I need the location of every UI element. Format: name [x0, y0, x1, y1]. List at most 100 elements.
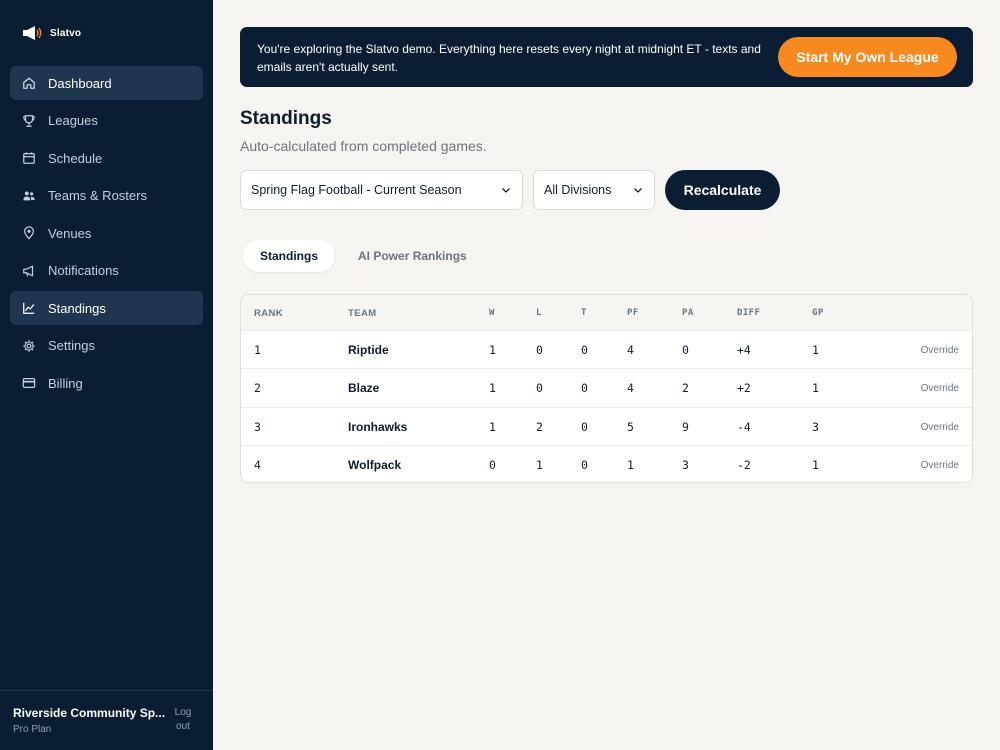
cell-gp: 1 [812, 343, 819, 357]
override-button[interactable]: Override [921, 345, 959, 356]
cell-diff: -2 [737, 457, 751, 472]
table-row: 2 Blaze 1 0 0 4 2 +2 1 Override [241, 369, 972, 408]
header-pa[interactable]: PA [682, 308, 694, 318]
season-select[interactable]: Spring Flag Football - Current Season [240, 170, 523, 210]
cell-rank: 4 [254, 457, 261, 472]
sidebar-item-teams-rosters[interactable]: Teams & Rosters [10, 179, 203, 213]
chart-line-icon [22, 301, 36, 315]
header-l[interactable]: L [536, 308, 542, 318]
sidebar-item-billing[interactable]: Billing [10, 366, 203, 400]
megaphone-icon [22, 264, 36, 278]
sidebar-item-label: Leagues [48, 113, 98, 128]
header-w[interactable]: W [489, 308, 495, 318]
cell-gp: 3 [812, 419, 819, 434]
cell-team: Ironhawks [348, 419, 408, 434]
brand[interactable]: Slatvo [22, 25, 81, 41]
sidebar-nav: Dashboard Leagues Schedule Teams & Roste… [10, 66, 203, 404]
cell-diff: +2 [737, 381, 751, 396]
cell-pa: 3 [682, 457, 689, 472]
cell-pa: 2 [682, 381, 689, 396]
cell-team: Riptide [348, 343, 389, 357]
sidebar-item-label: Notifications [48, 263, 119, 278]
sidebar-item-label: Settings [48, 338, 95, 353]
cell-pf: 1 [627, 457, 634, 472]
cell-pf: 4 [627, 381, 634, 396]
cell-w: 1 [489, 419, 496, 434]
brand-logo-icon [23, 26, 42, 40]
cell-t: 0 [581, 419, 588, 434]
override-button[interactable]: Override [921, 460, 959, 471]
header-t[interactable]: T [581, 308, 587, 318]
sidebar-item-label: Venues [48, 225, 92, 241]
sidebar-item-label: Standings [48, 300, 106, 316]
cell-t: 0 [581, 457, 588, 472]
cell-t: 0 [581, 343, 588, 357]
table-row: 3 Ironhawks 1 2 0 5 9 -4 3 Override [241, 408, 972, 446]
sidebar-item-schedule[interactable]: Schedule [10, 141, 203, 175]
cell-l: 2 [536, 419, 543, 434]
chevron-down-icon [634, 188, 642, 193]
recalculate-button[interactable]: Recalculate [665, 170, 780, 210]
users-icon [22, 189, 36, 203]
table-row: 1 Riptide 1 0 0 4 0 +4 1 Override [241, 331, 972, 370]
start-own-league-button[interactable]: Start My Own League [778, 37, 957, 77]
org-name: Riverside Community Sp... [13, 706, 166, 720]
header-rank[interactable]: RANK [254, 308, 283, 319]
map-pin-icon [22, 226, 36, 240]
tab-bar: Standings AI Power Rankings [240, 237, 484, 275]
cell-rank: 3 [254, 419, 261, 434]
division-select[interactable]: All Divisions [533, 170, 655, 210]
override-button[interactable]: Override [921, 422, 959, 433]
season-select-value: Spring Flag Football - Current Season [251, 183, 462, 197]
cell-pa: 9 [682, 419, 689, 434]
table-row: 4 Wolfpack 0 1 0 1 3 -2 1 Override [241, 446, 972, 482]
credit-card-icon [22, 376, 36, 390]
cell-w: 1 [489, 343, 496, 357]
cell-l: 0 [536, 343, 543, 357]
table-header: RANK TEAM W L T PF PA DIFF GP [241, 295, 972, 331]
sidebar-item-venues[interactable]: Venues [10, 216, 203, 250]
sidebar-footer: Riverside Community Sp... Pro Plan Log o… [0, 690, 213, 750]
cell-team: Wolfpack [348, 457, 402, 472]
sidebar-item-standings[interactable]: Standings [10, 291, 203, 325]
home-icon [22, 76, 36, 90]
gear-icon [22, 339, 36, 353]
chevron-down-icon [502, 188, 510, 193]
brand-name: Slatvo [50, 27, 82, 39]
header-team[interactable]: TEAM [348, 308, 377, 319]
logout-button[interactable]: Log out [168, 706, 198, 734]
tab-ai-power-rankings[interactable]: AI Power Rankings [341, 240, 484, 272]
cell-rank: 1 [254, 343, 261, 357]
sidebar-item-dashboard[interactable]: Dashboard [10, 66, 203, 100]
sidebar-item-leagues[interactable]: Leagues [10, 104, 203, 138]
sidebar-item-label: Billing [48, 375, 83, 391]
cell-gp: 1 [812, 381, 819, 396]
sidebar-item-settings[interactable]: Settings [10, 329, 203, 363]
page-subtitle: Auto-calculated from completed games. [240, 138, 487, 154]
cell-pf: 5 [627, 419, 634, 434]
cell-t: 0 [581, 381, 588, 396]
demo-banner-text: You're exploring the Slatvo demo. Everyt… [257, 42, 761, 74]
org-plan: Pro Plan [13, 724, 52, 735]
override-button[interactable]: Override [921, 383, 959, 394]
cell-l: 1 [536, 457, 543, 472]
division-select-value: All Divisions [544, 183, 612, 197]
sidebar-item-label: Teams & Rosters [48, 188, 147, 203]
cell-diff: +4 [737, 343, 751, 357]
demo-banner: You're exploring the Slatvo demo. Everyt… [240, 27, 973, 87]
header-diff[interactable]: DIFF [737, 308, 760, 318]
header-pf[interactable]: PF [627, 308, 639, 318]
cell-w: 1 [489, 381, 496, 396]
cell-diff: -4 [737, 419, 751, 434]
page-title: Standings [240, 108, 332, 129]
cell-l: 0 [536, 381, 543, 396]
header-gp[interactable]: GP [812, 308, 824, 318]
tab-standings[interactable]: Standings [243, 240, 336, 272]
cell-gp: 1 [812, 457, 819, 472]
calendar-icon [22, 151, 36, 165]
sidebar: Slatvo Dashboard Leagues Schedule Teams … [0, 0, 213, 750]
sidebar-item-label: Dashboard [48, 75, 112, 91]
cell-pa: 0 [682, 343, 689, 357]
sidebar-item-notifications[interactable]: Notifications [10, 254, 203, 288]
cell-rank: 2 [254, 381, 261, 396]
